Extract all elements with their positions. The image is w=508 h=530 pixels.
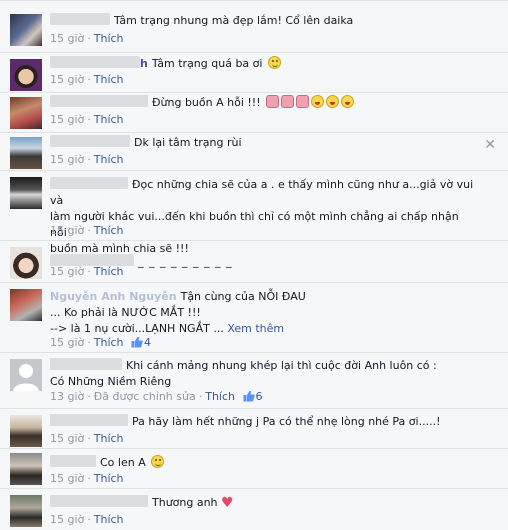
comment-text: Dk lại tâm trạng rùi: [134, 136, 242, 149]
commenter-name[interactable]: [50, 135, 130, 147]
comment-5: Đọc những chia sẽ của a . e thấy mình cũ…: [0, 170, 508, 255]
smile-emoji-icon: [151, 455, 165, 468]
like-link[interactable]: Thích: [94, 336, 124, 349]
comment-text-line3: --> là 1 nụ cười...LẠNH NGẮT ...: [50, 322, 224, 335]
grin-emoji-icon: [326, 95, 340, 108]
comment-11: Thương anh ♥ 15 giờ · Thích: [0, 488, 508, 530]
like-link[interactable]: Thích: [94, 265, 124, 278]
commenter-name[interactable]: [50, 495, 148, 507]
grin-emoji-icon: [341, 95, 355, 108]
commenter-name[interactable]: [50, 414, 128, 426]
comment-6: _ _ _ _ _ _ _ _ _ 15 giờ · Thích: [0, 240, 508, 282]
comment-text: Co len A: [100, 456, 146, 469]
smile-emoji-icon: [267, 56, 281, 69]
comment-text-line2: Có Những Niềm Riêng: [50, 375, 172, 388]
thumbs-up-icon[interactable]: [243, 390, 255, 402]
comment-text: Pa hãy làm hết những j Pa có thể nhẹ lòn…: [132, 415, 441, 428]
like-link[interactable]: Thích: [94, 224, 124, 237]
comment-time[interactable]: 15 giờ: [50, 32, 84, 45]
commenter-name[interactable]: [50, 95, 148, 107]
heart-eyes-emoji-icon: [296, 95, 310, 108]
see-more-link[interactable]: Xem thêm: [227, 322, 284, 335]
avatar[interactable]: [10, 359, 42, 391]
commenter-name[interactable]: [50, 358, 122, 370]
heart-eyes-emoji-icon: [266, 95, 280, 108]
like-link[interactable]: Thích: [205, 390, 235, 403]
commenter-name[interactable]: [50, 177, 128, 189]
comment-text: Thương anh: [152, 496, 218, 509]
like-link[interactable]: Thích: [94, 32, 124, 45]
default-avatar-icon: [13, 364, 39, 391]
comment-time[interactable]: 15 giờ: [50, 153, 84, 166]
commenter-name[interactable]: [50, 13, 110, 25]
thumbs-up-icon[interactable]: [131, 336, 143, 348]
comment-text: Tâm trạng nhung mà đẹp lắm! Cổ lên daika: [114, 14, 354, 27]
like-link[interactable]: Thích: [94, 432, 124, 445]
like-link[interactable]: Thích: [94, 113, 124, 126]
heart-icon: ♥: [221, 495, 234, 511]
comment-10: Co len A 15 giờ · Thích: [0, 448, 508, 488]
avatar[interactable]: [10, 14, 42, 46]
comment-1: Tâm trạng nhung mà đẹp lắm! Cổ lên daika…: [0, 0, 508, 52]
edited-label[interactable]: Đã được chỉnh sửa: [94, 390, 196, 403]
like-link[interactable]: Thích: [94, 73, 124, 86]
comment-text: Đừng buồn A hỗi !!!: [152, 96, 261, 109]
avatar[interactable]: [10, 59, 42, 91]
comment-2: h Tâm trạng quá ba ơi 15 giờ · Thích: [0, 52, 508, 92]
avatar[interactable]: [10, 247, 42, 279]
like-link[interactable]: Thích: [94, 513, 124, 526]
comment-9: Pa hãy làm hết những j Pa có thể nhẹ lòn…: [0, 408, 508, 448]
comment-time[interactable]: 15 giờ: [50, 73, 84, 86]
comment-text: Tâm trạng quá ba ơi: [151, 57, 263, 70]
avatar[interactable]: [10, 495, 42, 527]
comment-time[interactable]: 15 giờ: [50, 265, 84, 278]
comment-4: Dk lại tâm trạng rùi 15 giờ · Thích ✕: [0, 132, 508, 170]
comment-text: _ _ _ _ _ _ _ _ _: [138, 255, 233, 268]
like-link[interactable]: Thích: [94, 472, 124, 485]
comment-time[interactable]: 15 giờ: [50, 336, 84, 349]
avatar[interactable]: [10, 177, 42, 209]
comment-3: Đừng buồn A hỗi !!! 15 giờ · Thích: [0, 92, 508, 132]
comment-time[interactable]: 15 giờ: [50, 113, 84, 126]
comment-time[interactable]: 15 giờ: [50, 472, 84, 485]
comment-text-line2: ... Ko phải là NƯỚC MẮT !!!: [50, 306, 201, 319]
comment-time[interactable]: 15 giờ: [50, 513, 84, 526]
heart-eyes-emoji-icon: [281, 95, 295, 108]
like-count[interactable]: 6: [256, 390, 263, 403]
avatar[interactable]: [10, 289, 42, 321]
like-count[interactable]: 4: [144, 336, 151, 349]
comment-7: Nguyễn Anh Nguyễn Tận cùng của NỖI ĐAU ..…: [0, 282, 508, 352]
comment-text-line1: Khi cánh mảng nhung khép lại thì cuộc đờ…: [126, 359, 437, 372]
close-icon[interactable]: ✕: [484, 138, 496, 152]
grin-emoji-icon: [311, 95, 325, 108]
commenter-name-tail: h: [140, 57, 148, 70]
avatar[interactable]: [10, 97, 42, 129]
commenter-name[interactable]: [50, 56, 140, 68]
comment-time[interactable]: 13 giờ: [50, 390, 84, 403]
avatar[interactable]: [10, 453, 42, 485]
commenter-name[interactable]: [50, 455, 96, 467]
avatar[interactable]: [10, 415, 42, 447]
avatar[interactable]: [10, 137, 42, 169]
comment-8: Khi cánh mảng nhung khép lại thì cuộc đờ…: [0, 352, 508, 408]
comment-time[interactable]: 15 giờ: [50, 432, 84, 445]
like-link[interactable]: Thích: [94, 153, 124, 166]
comment-time[interactable]: 15 giờ: [50, 224, 84, 237]
comment-text-line1: Tận cùng của NỖI ĐAU: [180, 290, 306, 303]
commenter-name[interactable]: Nguyễn Anh Nguyễn: [50, 290, 177, 303]
